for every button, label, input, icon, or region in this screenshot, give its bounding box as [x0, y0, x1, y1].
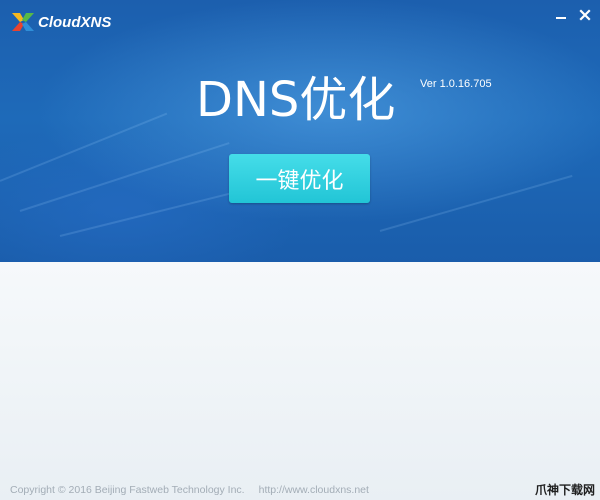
app-window: CloudXNS DNS优化 Ver 1.0.16.705 一键优化 Copyr… — [0, 0, 600, 500]
app-logo: CloudXNS — [10, 10, 111, 34]
website-link[interactable]: http://www.cloudxns.net — [259, 484, 369, 496]
cloudxns-logo-icon — [12, 13, 34, 31]
minimize-icon — [556, 17, 566, 19]
minimize-button[interactable] — [551, 6, 571, 24]
watermark-text: 爪神下载网 — [535, 483, 596, 497]
close-button[interactable] — [575, 6, 595, 24]
header-banner: CloudXNS DNS优化 Ver 1.0.16.705 一键优化 — [0, 0, 600, 262]
logo-text: CloudXNS — [38, 13, 112, 31]
close-icon — [579, 9, 591, 21]
footer: Copyright © 2016 Beijing Fastweb Technol… — [10, 484, 369, 496]
copyright-text: Copyright © 2016 Beijing Fastweb Technol… — [10, 484, 245, 496]
app-title: DNS优化 — [196, 72, 396, 128]
banner-streak — [379, 174, 573, 232]
version-label: Ver 1.0.16.705 — [420, 78, 492, 90]
content-area — [0, 262, 600, 500]
one-click-optimize-button[interactable]: 一键优化 — [229, 154, 370, 203]
